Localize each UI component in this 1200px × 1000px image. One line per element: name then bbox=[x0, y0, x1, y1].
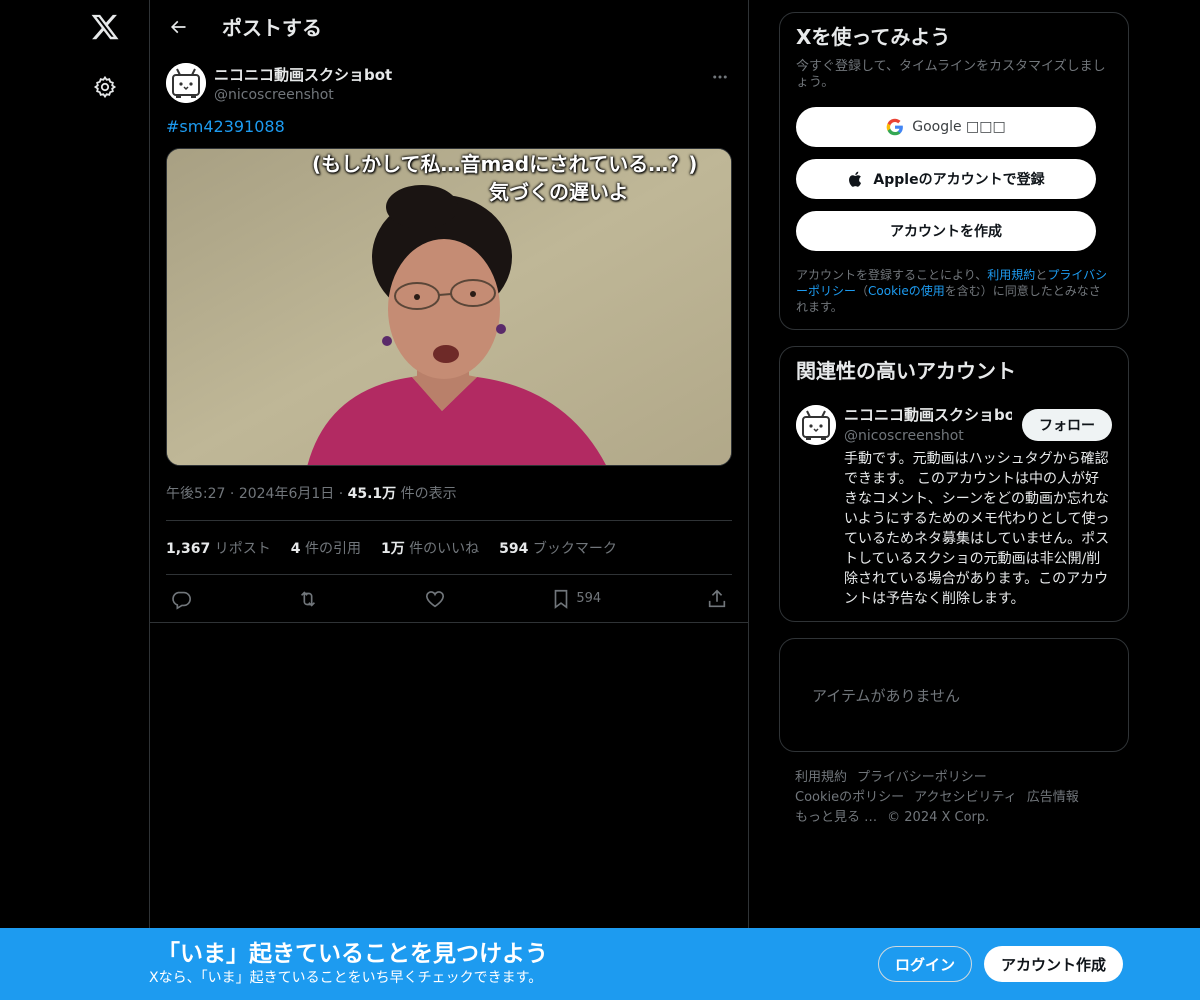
quotes-stat[interactable]: 4 件の引用 bbox=[291, 538, 361, 558]
footer-terms-link[interactable]: 利用規約 bbox=[795, 770, 847, 785]
related-account-header: ニコニコ動画スクショbot @nicoscreenshot フォロー bbox=[844, 405, 1112, 447]
bookmarks-stat[interactable]: 594 ブックマーク bbox=[499, 538, 617, 558]
signup-subtitle: 今すぐ登録して、タイムラインをカスタマイズしましょう。 bbox=[796, 59, 1106, 90]
related-title: 関連性の高いアカウント bbox=[796, 359, 1016, 383]
follow-button[interactable]: フォロー bbox=[1022, 409, 1112, 441]
signup-title: Xを使ってみよう bbox=[796, 25, 951, 49]
left-nav bbox=[60, 0, 150, 1000]
divider bbox=[150, 622, 748, 623]
post: ニコニコ動画スクショbot @nicoscreenshot #sm4239108… bbox=[150, 53, 748, 623]
page-title: ポストする bbox=[222, 16, 322, 40]
login-button[interactable]: ログイン bbox=[878, 946, 972, 982]
footer-privacy-link[interactable]: プライバシーポリシー bbox=[857, 770, 987, 785]
back-arrow-icon[interactable] bbox=[150, 0, 206, 53]
repost-icon[interactable] bbox=[297, 588, 319, 610]
post-time[interactable]: 午後5:27 bbox=[166, 486, 225, 502]
post-image[interactable]: (もしかして私…音madにされている…？) 気づくの遅いよ bbox=[166, 148, 732, 466]
bookmarks-count: 594 bbox=[499, 540, 529, 557]
post-actions: 594 bbox=[166, 575, 732, 622]
related-accounts-card: 関連性の高いアカウント ニコニコ動画スクショbot @nicoscreensho… bbox=[779, 346, 1129, 622]
meta-separator: · bbox=[338, 486, 344, 502]
author-handle[interactable]: @nicoscreenshot bbox=[214, 85, 708, 105]
share-icon[interactable] bbox=[706, 588, 728, 610]
legal-prefix: アカウントを登録することにより、 bbox=[796, 268, 988, 282]
likes-stat[interactable]: 1万 件のいいね bbox=[381, 538, 479, 558]
empty-trends-text: アイテムがありません bbox=[812, 686, 961, 705]
bookmark-icon bbox=[555, 589, 568, 609]
signup-card: Xを使ってみよう 今すぐ登録して、タイムラインをカスタマイズしましょう。 Goo… bbox=[779, 12, 1129, 330]
footer-ads-link[interactable]: 広告情報 bbox=[1027, 790, 1079, 805]
right-sidebar: Xを使ってみよう 今すぐ登録して、タイムラインをカスタマイズしましょう。 Goo… bbox=[779, 12, 1129, 828]
google-signup-label: Google □□□ bbox=[912, 119, 1006, 135]
author-info: ニコニコ動画スクショbot @nicoscreenshot bbox=[214, 63, 708, 105]
related-account-name[interactable]: ニコニコ動画スクショbot bbox=[844, 405, 1012, 425]
hashtag-link[interactable]: #sm42391088 bbox=[166, 117, 285, 136]
image-caption-line1: (もしかして私…音madにされている…？) bbox=[312, 152, 698, 176]
apple-icon bbox=[849, 171, 862, 187]
author-row: ニコニコ動画スクショbot @nicoscreenshot bbox=[166, 63, 732, 105]
quotes-count: 4 bbox=[290, 540, 301, 557]
apple-signup-label: Appleのアカウントで登録 bbox=[873, 172, 1045, 188]
footer-accessibility-link[interactable]: アクセシビリティ bbox=[914, 790, 1017, 805]
reply-icon[interactable] bbox=[170, 588, 192, 610]
apple-signup-button[interactable]: Appleのアカウントで登録 bbox=[796, 159, 1096, 199]
related-account-handle[interactable]: @nicoscreenshot bbox=[844, 425, 1012, 447]
avatar[interactable] bbox=[796, 405, 836, 445]
post-stats: 1,367 リポスト 4 件の引用 1万 件のいいね 594 ブックマーク bbox=[166, 521, 732, 574]
google-signup-button[interactable]: Google □□□ bbox=[796, 107, 1096, 147]
meta-separator: · bbox=[229, 486, 235, 502]
google-icon bbox=[886, 118, 904, 136]
bottombar-subtitle: Xなら、「いま」起きていることをいち早くチェックできます。 bbox=[149, 970, 543, 986]
views-label: 件の表示 bbox=[400, 486, 457, 502]
more-options-icon[interactable] bbox=[708, 65, 732, 89]
signup-button[interactable]: アカウント作成 bbox=[984, 946, 1123, 982]
bottom-signup-bar: 「いま」起きていることを見つけよう Xなら、「いま」起きていることをいち早くチェ… bbox=[0, 928, 1200, 1000]
create-account-button[interactable]: アカウントを作成 bbox=[796, 211, 1096, 251]
related-account-info: ニコニコ動画スクショbot @nicoscreenshot フォロー 手動です。… bbox=[844, 405, 1112, 609]
bookmark-action[interactable]: 594 bbox=[550, 588, 601, 610]
reposts-label: リポスト bbox=[214, 540, 271, 557]
create-account-label: アカウントを作成 bbox=[890, 224, 1002, 240]
footer-more-link[interactable]: もっと見る … bbox=[795, 810, 877, 825]
footer-cookie-link[interactable]: Cookieのポリシー bbox=[795, 790, 904, 805]
main-column: ポストする ニコニコ動画スクショbot @nicoscreenshot #sm4… bbox=[149, 0, 749, 1000]
legal-text: アカウントを登録することにより、利用規約とプライバシーポリシー（Cookieの使… bbox=[796, 267, 1112, 315]
x-logo-icon[interactable] bbox=[90, 12, 120, 42]
legal-paren: （ bbox=[856, 284, 869, 298]
trends-card: アイテムがありません bbox=[779, 638, 1129, 752]
likes-label: 件のいいね bbox=[409, 540, 480, 557]
author-name[interactable]: ニコニコ動画スクショbot bbox=[214, 65, 708, 85]
legal-and: と bbox=[1035, 268, 1048, 282]
terms-link[interactable]: 利用規約 bbox=[987, 268, 1035, 282]
reposts-stat[interactable]: 1,367 リポスト bbox=[166, 538, 271, 558]
bookmark-action-count: 594 bbox=[576, 591, 602, 606]
footer: 利用規約 プライバシーポリシー Cookieのポリシー アクセシビリティ 広告情報 も… bbox=[779, 768, 1129, 828]
reposts-count: 1,367 bbox=[166, 540, 211, 557]
avatar[interactable] bbox=[166, 63, 206, 103]
header: ポストする bbox=[150, 0, 748, 53]
related-account-bio: 手動です。元動画はハッシュタグから確認できます。 このアカウントは中の人が好きな… bbox=[844, 451, 1110, 607]
views-count: 45.1万 bbox=[347, 486, 397, 502]
footer-copyright: © 2024 X Corp. bbox=[887, 810, 990, 825]
image-caption-line2: 気づくの遅いよ bbox=[489, 180, 629, 204]
bookmarks-label: ブックマーク bbox=[532, 540, 617, 557]
bottombar-title: 「いま」起きていることを見つけよう bbox=[157, 941, 548, 967]
related-account[interactable]: ニコニコ動画スクショbot @nicoscreenshot フォロー 手動です。… bbox=[796, 405, 1112, 609]
related-account-names: ニコニコ動画スクショbot @nicoscreenshot bbox=[844, 405, 1012, 447]
post-meta: 午後5:27 · 2024年6月1日 · 45.1万 件の表示 bbox=[166, 484, 732, 504]
post-date[interactable]: 2024年6月1日 bbox=[239, 486, 334, 502]
cookie-link[interactable]: Cookieの使用 bbox=[868, 284, 945, 298]
like-icon[interactable] bbox=[424, 588, 446, 610]
gear-icon[interactable] bbox=[93, 75, 117, 99]
likes-count: 1万 bbox=[380, 540, 405, 557]
quotes-label: 件の引用 bbox=[304, 540, 361, 557]
